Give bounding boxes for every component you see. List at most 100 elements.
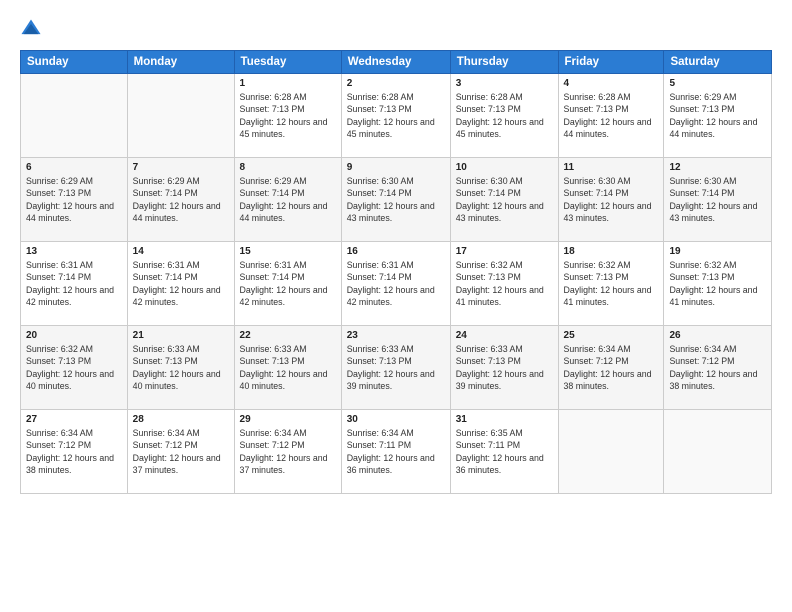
day-info: Sunrise: 6:34 AMSunset: 7:12 PMDaylight:…	[240, 427, 336, 476]
day-number: 3	[456, 78, 553, 89]
calendar-cell: 16 Sunrise: 6:31 AMSunset: 7:14 PMDayligh…	[341, 242, 450, 326]
day-info: Sunrise: 6:35 AMSunset: 7:11 PMDaylight:…	[456, 427, 553, 476]
day-info: Sunrise: 6:33 AMSunset: 7:13 PMDaylight:…	[133, 343, 229, 392]
calendar-cell: 18 Sunrise: 6:32 AMSunset: 7:13 PMDayligh…	[558, 242, 664, 326]
day-info: Sunrise: 6:31 AMSunset: 7:14 PMDaylight:…	[133, 259, 229, 308]
calendar-cell	[21, 74, 128, 158]
logo-icon	[20, 18, 42, 40]
calendar-cell: 9 Sunrise: 6:30 AMSunset: 7:14 PMDaylight…	[341, 158, 450, 242]
calendar-cell: 26 Sunrise: 6:34 AMSunset: 7:12 PMDayligh…	[664, 326, 772, 410]
day-number: 10	[456, 162, 553, 173]
day-info: Sunrise: 6:32 AMSunset: 7:13 PMDaylight:…	[456, 259, 553, 308]
day-info: Sunrise: 6:34 AMSunset: 7:12 PMDaylight:…	[26, 427, 122, 476]
calendar-cell: 13Sunrise: 6:31 AMSunset: 7:14 PMDayligh…	[21, 242, 128, 326]
day-info: Sunrise: 6:30 AMSunset: 7:14 PMDaylight:…	[347, 175, 445, 224]
day-info: Sunrise: 6:31 AMSunset: 7:14 PMDaylight:…	[347, 259, 445, 308]
day-info: Sunrise: 6:29 AMSunset: 7:14 PMDaylight:…	[240, 175, 336, 224]
day-number: 14	[133, 246, 229, 257]
day-number: 5	[669, 78, 766, 89]
day-info: Sunrise: 6:30 AMSunset: 7:14 PMDaylight:…	[456, 175, 553, 224]
day-number: 11	[564, 162, 659, 173]
day-number: 1	[240, 78, 336, 89]
day-info: Sunrise: 6:34 AMSunset: 7:12 PMDaylight:…	[669, 343, 766, 392]
calendar-cell: 8 Sunrise: 6:29 AMSunset: 7:14 PMDaylight…	[234, 158, 341, 242]
weekday-header-row: SundayMondayTuesdayWednesdayThursdayFrid…	[21, 51, 772, 74]
weekday-header-thursday: Thursday	[450, 51, 558, 74]
day-number: 15	[240, 246, 336, 257]
day-info: Sunrise: 6:33 AMSunset: 7:13 PMDaylight:…	[240, 343, 336, 392]
weekday-header-saturday: Saturday	[664, 51, 772, 74]
day-number: 8	[240, 162, 336, 173]
calendar-cell	[558, 410, 664, 494]
day-info: Sunrise: 6:28 AMSunset: 7:13 PMDaylight:…	[564, 91, 659, 140]
calendar-cell: 15 Sunrise: 6:31 AMSunset: 7:14 PMDayligh…	[234, 242, 341, 326]
week-row-5: 27Sunrise: 6:34 AMSunset: 7:12 PMDayligh…	[21, 410, 772, 494]
calendar-cell: 10 Sunrise: 6:30 AMSunset: 7:14 PMDayligh…	[450, 158, 558, 242]
calendar-cell: 22Sunrise: 6:33 AMSunset: 7:13 PMDayligh…	[234, 326, 341, 410]
calendar-cell: 7 Sunrise: 6:29 AMSunset: 7:14 PMDaylight…	[127, 158, 234, 242]
day-info: Sunrise: 6:31 AMSunset: 7:14 PMDaylight:…	[240, 259, 336, 308]
calendar-table: SundayMondayTuesdayWednesdayThursdayFrid…	[20, 50, 772, 494]
calendar-cell: 30Sunrise: 6:34 AMSunset: 7:11 PMDayligh…	[341, 410, 450, 494]
calendar-cell: 1 Sunrise: 6:28 AMSunset: 7:13 PMDaylight…	[234, 74, 341, 158]
day-number: 12	[669, 162, 766, 173]
calendar-cell: 17 Sunrise: 6:32 AMSunset: 7:13 PMDayligh…	[450, 242, 558, 326]
week-row-2: 6Sunrise: 6:29 AMSunset: 7:13 PMDaylight…	[21, 158, 772, 242]
calendar-cell: 31 Sunrise: 6:35 AMSunset: 7:11 PMDayligh…	[450, 410, 558, 494]
calendar-cell: 29 Sunrise: 6:34 AMSunset: 7:12 PMDayligh…	[234, 410, 341, 494]
day-info: Sunrise: 6:29 AMSunset: 7:13 PMDaylight:…	[669, 91, 766, 140]
day-number: 20	[26, 330, 122, 341]
day-number: 4	[564, 78, 659, 89]
day-info: Sunrise: 6:28 AMSunset: 7:13 PMDaylight:…	[456, 91, 553, 140]
day-info: Sunrise: 6:32 AMSunset: 7:13 PMDaylight:…	[564, 259, 659, 308]
day-number: 23	[347, 330, 445, 341]
calendar-cell: 5 Sunrise: 6:29 AMSunset: 7:13 PMDaylight…	[664, 74, 772, 158]
day-number: 21	[133, 330, 229, 341]
day-number: 6	[26, 162, 122, 173]
day-number: 16	[347, 246, 445, 257]
day-number: 17	[456, 246, 553, 257]
week-row-3: 13Sunrise: 6:31 AMSunset: 7:14 PMDayligh…	[21, 242, 772, 326]
day-number: 31	[456, 414, 553, 425]
calendar-cell: 4 Sunrise: 6:28 AMSunset: 7:13 PMDaylight…	[558, 74, 664, 158]
day-number: 24	[456, 330, 553, 341]
weekday-header-friday: Friday	[558, 51, 664, 74]
header	[20, 18, 772, 40]
day-number: 9	[347, 162, 445, 173]
day-info: Sunrise: 6:30 AMSunset: 7:14 PMDaylight:…	[564, 175, 659, 224]
calendar-cell: 3 Sunrise: 6:28 AMSunset: 7:13 PMDaylight…	[450, 74, 558, 158]
calendar-cell: 20 Sunrise: 6:32 AMSunset: 7:13 PMDayligh…	[21, 326, 128, 410]
day-number: 7	[133, 162, 229, 173]
weekday-header-sunday: Sunday	[21, 51, 128, 74]
day-number: 2	[347, 78, 445, 89]
day-info: Sunrise: 6:28 AMSunset: 7:13 PMDaylight:…	[347, 91, 445, 140]
day-info: Sunrise: 6:30 AMSunset: 7:14 PMDaylight:…	[669, 175, 766, 224]
day-info: Sunrise: 6:34 AMSunset: 7:11 PMDaylight:…	[347, 427, 445, 476]
calendar-cell	[664, 410, 772, 494]
day-number: 29	[240, 414, 336, 425]
day-info: Sunrise: 6:34 AMSunset: 7:12 PMDaylight:…	[133, 427, 229, 476]
page: SundayMondayTuesdayWednesdayThursdayFrid…	[0, 0, 792, 612]
day-info: Sunrise: 6:33 AMSunset: 7:13 PMDaylight:…	[347, 343, 445, 392]
day-info: Sunrise: 6:31 AMSunset: 7:14 PMDaylight:…	[26, 259, 122, 308]
calendar-cell: 28 Sunrise: 6:34 AMSunset: 7:12 PMDayligh…	[127, 410, 234, 494]
day-number: 28	[133, 414, 229, 425]
calendar-cell: 14 Sunrise: 6:31 AMSunset: 7:14 PMDayligh…	[127, 242, 234, 326]
day-number: 18	[564, 246, 659, 257]
calendar-cell: 27Sunrise: 6:34 AMSunset: 7:12 PMDayligh…	[21, 410, 128, 494]
calendar-cell: 23 Sunrise: 6:33 AMSunset: 7:13 PMDayligh…	[341, 326, 450, 410]
day-number: 26	[669, 330, 766, 341]
day-info: Sunrise: 6:32 AMSunset: 7:13 PMDaylight:…	[26, 343, 122, 392]
day-info: Sunrise: 6:34 AMSunset: 7:12 PMDaylight:…	[564, 343, 659, 392]
calendar-cell: 21 Sunrise: 6:33 AMSunset: 7:13 PMDayligh…	[127, 326, 234, 410]
day-info: Sunrise: 6:33 AMSunset: 7:13 PMDaylight:…	[456, 343, 553, 392]
day-info: Sunrise: 6:29 AMSunset: 7:14 PMDaylight:…	[133, 175, 229, 224]
calendar-cell: 12 Sunrise: 6:30 AMSunset: 7:14 PMDayligh…	[664, 158, 772, 242]
day-info: Sunrise: 6:32 AMSunset: 7:13 PMDaylight:…	[669, 259, 766, 308]
calendar-cell: 6Sunrise: 6:29 AMSunset: 7:13 PMDaylight…	[21, 158, 128, 242]
week-row-1: 1 Sunrise: 6:28 AMSunset: 7:13 PMDaylight…	[21, 74, 772, 158]
weekday-header-monday: Monday	[127, 51, 234, 74]
logo	[20, 18, 46, 40]
day-info: Sunrise: 6:28 AMSunset: 7:13 PMDaylight:…	[240, 91, 336, 140]
weekday-header-tuesday: Tuesday	[234, 51, 341, 74]
